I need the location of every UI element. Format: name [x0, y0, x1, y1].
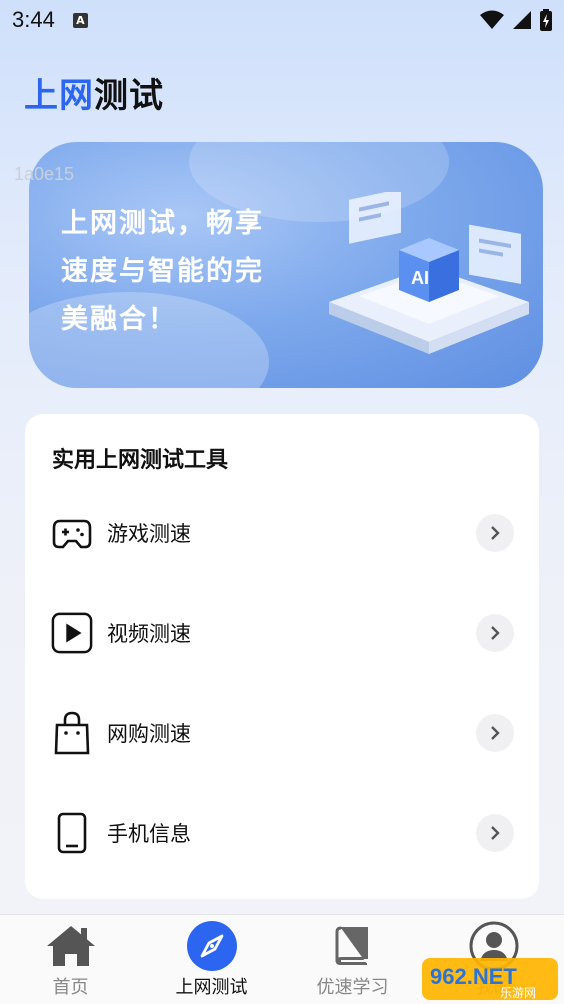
tab-speed-test-label: 上网测试: [175, 977, 248, 998]
compass-icon: [185, 921, 239, 971]
list-item-label: 视频测速: [107, 622, 191, 646]
list-item-shopping-speed[interactable]: 网购测速: [25, 698, 539, 768]
status-icons: [480, 9, 552, 31]
app-title-blue: 上网: [24, 76, 94, 116]
accessibility-notification-icon: A: [72, 12, 88, 28]
ai-chip-label: AI: [411, 268, 429, 288]
shopping-bag-icon: [51, 711, 93, 755]
app-title: 上网测试: [24, 68, 164, 117]
site-logo-watermark: 962.NET 乐游网: [422, 958, 558, 1000]
cell-signal-icon: [513, 11, 531, 29]
watermark-id: 1a0e15: [14, 164, 75, 184]
tab-learning-label: 优速学习: [316, 977, 389, 998]
tab-learning[interactable]: 优速学习: [282, 915, 423, 1004]
chevron-right-icon[interactable]: [476, 514, 514, 552]
chevron-right-icon[interactable]: [476, 614, 514, 652]
phone-icon: [51, 812, 93, 854]
ai-platform-illustration: AI: [329, 192, 529, 354]
list-item-game-speed[interactable]: 游戏测速: [25, 498, 539, 568]
wifi-icon: [480, 10, 504, 29]
banner-line-3: 美融合！: [61, 304, 177, 335]
list-item-label: 游戏测速: [107, 522, 191, 546]
site-logo-subtext: 乐游网: [500, 986, 536, 1000]
banner-line-2: 速度与智能的完: [61, 256, 264, 287]
gamepad-icon: [51, 512, 93, 554]
banner-line-1: 上网测试，畅享: [61, 208, 264, 239]
list-item-label: 网购测速: [107, 722, 191, 746]
app-title-black: 测试: [94, 76, 164, 116]
home-icon: [44, 921, 98, 971]
status-time: 3:44: [12, 7, 55, 32]
tab-speed-test[interactable]: 上网测试: [141, 915, 282, 1004]
promo-banner[interactable]: 上网测试，畅享 速度与智能的完 美融合！ AI: [29, 142, 543, 388]
book-icon: [326, 921, 380, 971]
tab-home[interactable]: 首页: [0, 915, 141, 1004]
battery-charging-icon: [540, 9, 552, 31]
chevron-right-icon[interactable]: [476, 814, 514, 852]
list-item-label: 手机信息: [107, 822, 191, 846]
list-item-phone-info[interactable]: 手机信息: [25, 798, 539, 868]
status-bar: 3:44 A: [0, 0, 564, 40]
tab-home-label: 首页: [52, 977, 89, 998]
play-icon: [51, 612, 93, 654]
banner-slogan: 上网测试，畅享 速度与智能的完 美融合！: [61, 200, 321, 344]
tools-card: 实用上网测试工具 游戏测速 视频测速 网购测速 手机信息: [25, 414, 539, 899]
list-item-video-speed[interactable]: 视频测速: [25, 598, 539, 668]
tools-card-title: 实用上网测试工具: [52, 448, 229, 473]
chevron-right-icon[interactable]: [476, 714, 514, 752]
